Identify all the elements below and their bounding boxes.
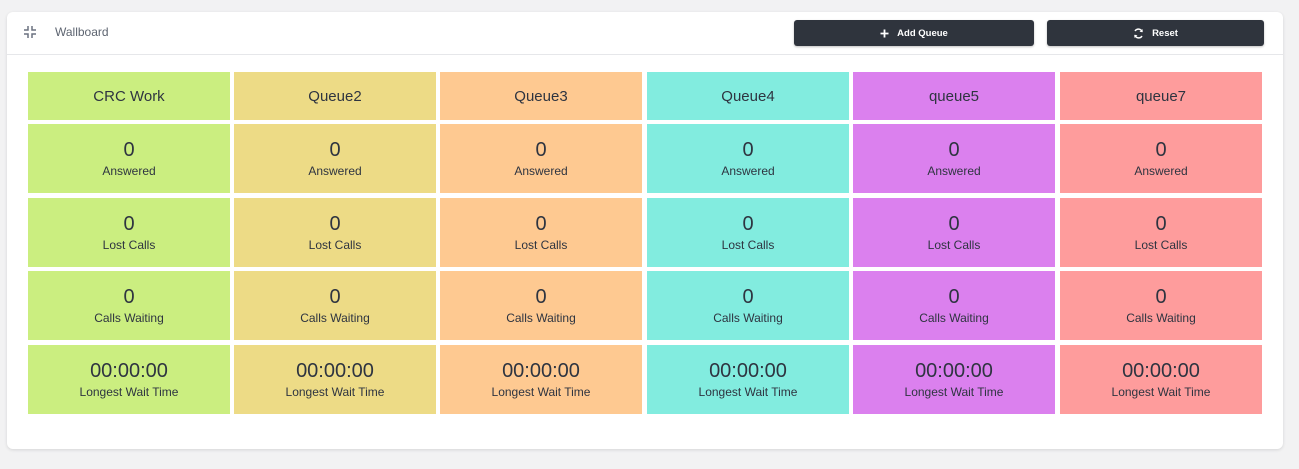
stat-cell-lost: 0 Lost Calls (440, 198, 642, 267)
stat-value-lost: 0 (1155, 213, 1167, 235)
stat-label-lost: Lost Calls (1134, 238, 1188, 252)
stat-value-waiting: 0 (329, 286, 341, 308)
stat-label-answered: Answered (102, 164, 156, 178)
stat-value-answered: 0 (329, 139, 341, 161)
stat-cell-waiting: 0 Calls Waiting (234, 271, 436, 340)
stat-value-waiting: 0 (1155, 286, 1167, 308)
stat-cell-waiting: 0 Calls Waiting (440, 271, 642, 340)
stat-value-lost: 0 (535, 213, 547, 235)
stat-cell-waiting: 0 Calls Waiting (647, 271, 849, 340)
stat-value-lost: 0 (948, 213, 960, 235)
stat-value-longest: 00:00:00 (915, 360, 993, 382)
stat-label-answered: Answered (721, 164, 775, 178)
stat-label-answered: Answered (1134, 164, 1188, 178)
queue-name: Queue2 (308, 87, 362, 105)
stat-label-longest: Longest Wait Time (285, 385, 385, 399)
stat-label-answered: Answered (308, 164, 362, 178)
stat-label-longest: Longest Wait Time (698, 385, 798, 399)
queue-header-cell: Queue4 (647, 72, 849, 120)
stat-label-lost: Lost Calls (927, 238, 981, 252)
stat-cell-longest: 00:00:00 Longest Wait Time (1060, 345, 1262, 414)
stat-cell-waiting: 0 Calls Waiting (853, 271, 1055, 340)
stat-label-waiting: Calls Waiting (300, 311, 370, 325)
queue-name: queue5 (928, 87, 980, 105)
stat-value-answered: 0 (123, 139, 135, 161)
queue-header-cell: Queue3 (440, 72, 642, 120)
stat-cell-longest: 00:00:00 Longest Wait Time (28, 345, 230, 414)
stat-cell-waiting: 0 Calls Waiting (28, 271, 230, 340)
reset-button[interactable]: Reset (1047, 20, 1264, 46)
stat-label-waiting: Calls Waiting (919, 311, 989, 325)
stat-label-waiting: Calls Waiting (1126, 311, 1196, 325)
queue-header-cell: queue7 (1060, 72, 1262, 120)
stat-label-longest: Longest Wait Time (1111, 385, 1211, 399)
stat-label-answered: Answered (514, 164, 568, 178)
stat-cell-answered: 0 Answered (1060, 124, 1262, 193)
wallboard-card: Wallboard Add Queue Reset CRC Work 0 Answe… (7, 12, 1283, 449)
stat-value-longest: 00:00:00 (1122, 360, 1200, 382)
stat-cell-answered: 0 Answered (234, 124, 436, 193)
stat-cell-longest: 00:00:00 Longest Wait Time (853, 345, 1055, 414)
card-header: Wallboard Add Queue Reset (7, 12, 1283, 55)
stat-cell-answered: 0 Answered (28, 124, 230, 193)
stat-value-answered: 0 (742, 139, 754, 161)
stat-value-waiting: 0 (948, 286, 960, 308)
stat-value-waiting: 0 (535, 286, 547, 308)
stat-label-waiting: Calls Waiting (713, 311, 783, 325)
stat-label-answered: Answered (927, 164, 981, 178)
stat-label-waiting: Calls Waiting (94, 311, 164, 325)
stat-label-lost: Lost Calls (102, 238, 156, 252)
stat-cell-lost: 0 Lost Calls (853, 198, 1055, 267)
stat-value-waiting: 0 (123, 286, 135, 308)
stat-label-waiting: Calls Waiting (506, 311, 576, 325)
stat-cell-longest: 00:00:00 Longest Wait Time (440, 345, 642, 414)
stat-cell-answered: 0 Answered (440, 124, 642, 193)
stat-cell-waiting: 0 Calls Waiting (1060, 271, 1262, 340)
stat-value-longest: 00:00:00 (502, 360, 580, 382)
stat-cell-lost: 0 Lost Calls (647, 198, 849, 267)
wallboard-grid: CRC Work 0 Answered 0 Lost Calls 0 Calls Waiti… (28, 72, 1262, 414)
queue-header-cell: CRC Work (28, 72, 230, 120)
queue-name: Queue3 (514, 87, 568, 105)
queue-name: CRC Work (93, 87, 165, 105)
queue-header-cell: queue5 (853, 72, 1055, 120)
stat-value-longest: 00:00:00 (709, 360, 787, 382)
stat-value-longest: 00:00:00 (296, 360, 374, 382)
stat-label-lost: Lost Calls (721, 238, 775, 252)
refresh-icon (1133, 27, 1144, 39)
stat-label-lost: Lost Calls (308, 238, 362, 252)
reset-label: Reset (1152, 27, 1178, 39)
queue-name: queue7 (1135, 87, 1187, 105)
stat-label-lost: Lost Calls (514, 238, 568, 252)
stat-cell-longest: 00:00:00 Longest Wait Time (234, 345, 436, 414)
plus-icon (880, 29, 889, 38)
stat-cell-longest: 00:00:00 Longest Wait Time (647, 345, 849, 414)
stat-value-answered: 0 (535, 139, 547, 161)
stat-label-longest: Longest Wait Time (904, 385, 1004, 399)
stat-label-longest: Longest Wait Time (79, 385, 179, 399)
compress-icon[interactable] (23, 25, 37, 39)
add-queue-button[interactable]: Add Queue (794, 20, 1034, 46)
stat-cell-answered: 0 Answered (647, 124, 849, 193)
queue-name: Queue4 (721, 87, 775, 105)
stat-cell-answered: 0 Answered (853, 124, 1055, 193)
stat-value-waiting: 0 (742, 286, 754, 308)
stat-value-lost: 0 (742, 213, 754, 235)
stat-cell-lost: 0 Lost Calls (234, 198, 436, 267)
stat-cell-lost: 0 Lost Calls (28, 198, 230, 267)
stat-value-answered: 0 (1155, 139, 1167, 161)
stat-cell-lost: 0 Lost Calls (1060, 198, 1262, 267)
stat-label-longest: Longest Wait Time (491, 385, 591, 399)
stat-value-answered: 0 (948, 139, 960, 161)
queue-header-cell: Queue2 (234, 72, 436, 120)
stat-value-lost: 0 (329, 213, 341, 235)
stat-value-lost: 0 (123, 213, 135, 235)
stat-value-longest: 00:00:00 (90, 360, 168, 382)
page-title: Wallboard (55, 25, 109, 39)
add-queue-label: Add Queue (897, 27, 948, 39)
